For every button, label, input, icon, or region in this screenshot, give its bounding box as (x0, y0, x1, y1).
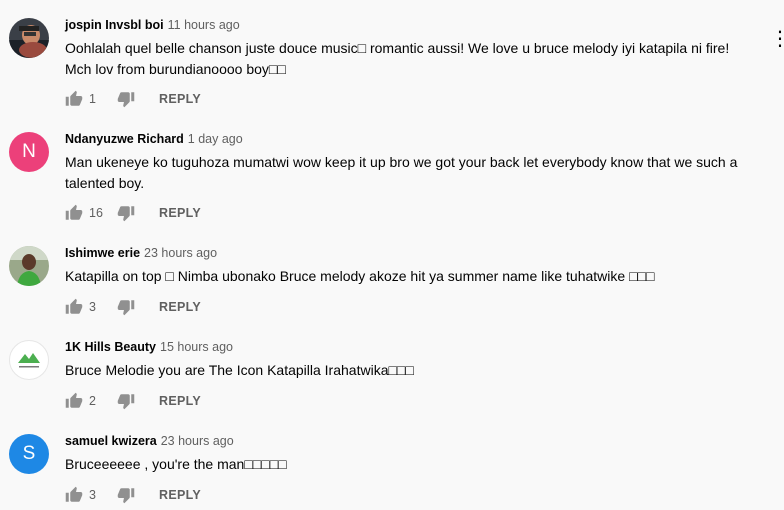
comment-actions: 1 REPLY (65, 89, 201, 109)
comment-header: 1K Hills Beauty 15 hours ago (65, 340, 233, 354)
comment-author[interactable]: 1K Hills Beauty (65, 340, 156, 354)
comment-actions: 3 REPLY (65, 485, 201, 505)
reply-button[interactable]: REPLY (159, 488, 201, 502)
like-count: 16 (89, 206, 103, 220)
comment-text-line: Bruce Melodie you are The Icon Katapilla… (65, 362, 414, 378)
comment-author[interactable]: jospin Invsbl boi (65, 18, 164, 32)
avatar[interactable] (9, 18, 49, 58)
reply-button[interactable]: REPLY (159, 92, 201, 106)
avatar[interactable] (9, 340, 49, 380)
comment-time[interactable]: 15 hours ago (160, 340, 233, 354)
comment-text: Man ukeneye ko tuguhoza mumatwi wow keep… (65, 152, 777, 194)
avatar[interactable]: S (9, 434, 49, 474)
thumbs-down-icon[interactable] (117, 204, 135, 222)
comment-actions: 2 REPLY (65, 391, 201, 411)
comment-text-line: Oohlalah quel belle chanson juste douce … (65, 40, 730, 56)
comment-text: Katapilla on top □ Nimba ubonako Bruce m… (65, 266, 777, 287)
comment-time[interactable]: 23 hours ago (161, 434, 234, 448)
comment-actions: 3 REPLY (65, 297, 201, 317)
comment-time[interactable]: 1 day ago (188, 132, 243, 146)
like-count: 3 (89, 488, 96, 502)
like-count: 2 (89, 394, 96, 408)
thumbs-up-icon[interactable] (65, 486, 83, 504)
comment-time[interactable]: 23 hours ago (144, 246, 217, 260)
thumbs-up-icon[interactable] (65, 392, 83, 410)
comment-text-line: talented boy. (65, 175, 145, 191)
comment-text: Oohlalah quel belle chanson juste douce … (65, 38, 777, 80)
comment-header: Ishimwe erie 23 hours ago (65, 246, 217, 260)
like-count: 1 (89, 92, 96, 106)
reply-button[interactable]: REPLY (159, 300, 201, 314)
thumbs-down-icon[interactable] (117, 90, 135, 108)
comment-author[interactable]: samuel kwizera (65, 434, 157, 448)
comment-text: Bruceeeeee , you're the man□□□□□ (65, 454, 777, 475)
comment-text-line: Katapilla on top □ Nimba ubonako Bruce m… (65, 268, 655, 284)
comment-actions: 16 REPLY (65, 203, 201, 223)
thumbs-up-icon[interactable] (65, 204, 83, 222)
avatar[interactable] (9, 246, 49, 286)
comment-header: Ndanyuzwe Richard 1 day ago (65, 132, 243, 146)
thumbs-down-icon[interactable] (117, 298, 135, 316)
avatar[interactable]: N (9, 132, 49, 172)
thumbs-down-icon[interactable] (117, 486, 135, 504)
comment-header: samuel kwizera 23 hours ago (65, 434, 234, 448)
comment-header: jospin Invsbl boi 11 hours ago (65, 18, 240, 32)
more-vert-icon[interactable]: ⋮ (770, 26, 784, 51)
comment-text-line: Bruceeeeee , you're the man□□□□□ (65, 456, 287, 472)
comment-text: Bruce Melodie you are The Icon Katapilla… (65, 360, 777, 381)
thumbs-down-icon[interactable] (117, 392, 135, 410)
thumbs-up-icon[interactable] (65, 90, 83, 108)
comment-text-line: Man ukeneye ko tuguhoza mumatwi wow keep… (65, 154, 738, 170)
thumbs-up-icon[interactable] (65, 298, 83, 316)
comment-author[interactable]: Ndanyuzwe Richard (65, 132, 184, 146)
reply-button[interactable]: REPLY (159, 394, 201, 408)
comment-time[interactable]: 11 hours ago (168, 18, 240, 32)
like-count: 3 (89, 300, 96, 314)
comment-author[interactable]: Ishimwe erie (65, 246, 140, 260)
reply-button[interactable]: REPLY (159, 206, 201, 220)
comment-text-line: Mch lov from burundianoooo boy□□ (65, 61, 286, 77)
